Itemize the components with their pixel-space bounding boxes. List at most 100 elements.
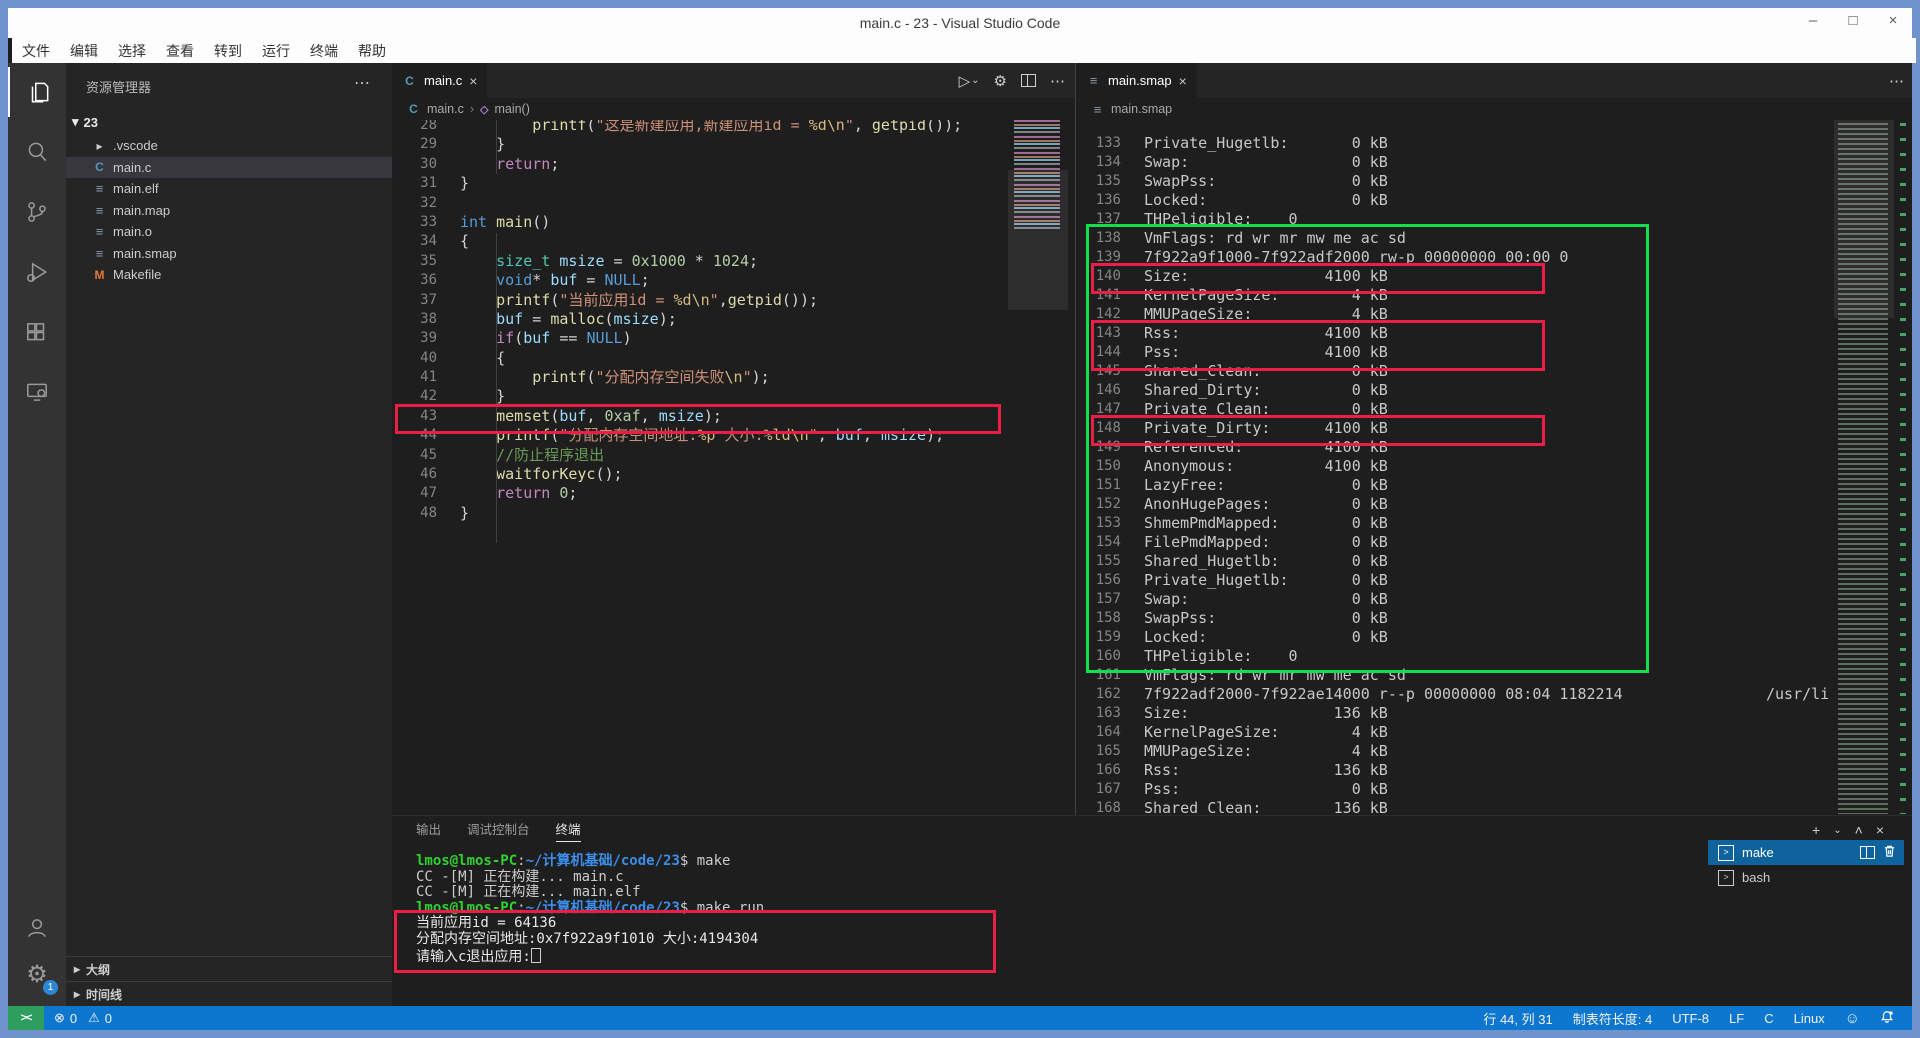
breadcrumb-symbol: main()	[494, 102, 529, 116]
new-terminal-icon[interactable]: +	[1812, 822, 1820, 838]
line-content: Private_Hugetlb: 0 kB	[1121, 134, 1388, 153]
smap-line: 151LazyFree: 0 kB	[1076, 476, 1912, 495]
c-file-icon: C	[402, 74, 417, 88]
menu-item-终端[interactable]: 终端	[300, 39, 348, 63]
tab-label: main.c	[424, 73, 462, 88]
tab-main-c[interactable]: C main.c ×	[392, 63, 487, 98]
file-item-.vscode[interactable]: ▸.vscode	[66, 135, 392, 157]
editor-area: C main.c × ▷ ⌄ ⚙ ⋯ C main.c ›	[392, 63, 1912, 815]
file-item-main.smap[interactable]: ≡main.smap	[66, 243, 392, 265]
run-file-button[interactable]: ▷ ⌄	[959, 72, 980, 90]
status-item[interactable]: C	[1764, 1011, 1773, 1026]
activity-run-debug-icon[interactable]	[8, 247, 66, 297]
errors-count[interactable]: 0	[70, 1011, 77, 1026]
minimap[interactable]	[1834, 108, 1894, 814]
smap-line: 1627f922adf2000-7f922ae14000 r--p 000000…	[1076, 685, 1912, 704]
smap-line: 165MMUPageSize: 4 kB	[1076, 742, 1912, 761]
line-number: 154	[1076, 533, 1121, 552]
remote-indicator[interactable]: ><	[8, 1006, 44, 1030]
sidebar-section-大纲[interactable]: ▸大纲	[66, 956, 392, 981]
smap-line: 157Swap: 0 kB	[1076, 590, 1912, 609]
breadcrumb[interactable]: C main.c › ◇ main()	[392, 98, 1076, 120]
activity-account-icon[interactable]	[8, 903, 66, 953]
line-number: 43	[392, 407, 437, 426]
status-item[interactable]: LF	[1729, 1011, 1744, 1026]
status-item[interactable]: Linux	[1794, 1011, 1825, 1026]
menu-item-转到[interactable]: 转到	[204, 39, 252, 63]
close-panel-icon[interactable]: ×	[1876, 822, 1884, 838]
split-editor-icon[interactable]	[1021, 74, 1036, 87]
line-number: 168	[1076, 799, 1121, 815]
code-editor-main-c[interactable]: 28 printf("这是新建应用,新建应用id = %d\n", getpid…	[392, 116, 1075, 523]
activity-search-icon[interactable]	[8, 127, 66, 177]
panel-tab-调试控制台[interactable]: 调试控制台	[467, 819, 530, 841]
activity-settings-icon[interactable]: ⚙1	[8, 949, 66, 999]
line-number: 155	[1076, 552, 1121, 571]
code-editor-main-smap[interactable]: 133Private_Hugetlb: 0 kB134Swap: 0 kB135…	[1076, 134, 1912, 815]
menu-item-选择[interactable]: 选择	[108, 39, 156, 63]
line-number: 143	[1076, 324, 1121, 343]
more-actions-icon[interactable]: ⋯	[1889, 72, 1904, 90]
file-item-main.c[interactable]: Cmain.c	[66, 157, 392, 179]
minimize-icon[interactable]: –	[1804, 12, 1822, 29]
tab-main-smap[interactable]: ≡ main.smap ×	[1076, 63, 1197, 98]
line-number: 159	[1076, 628, 1121, 647]
sidebar-more-icon[interactable]: ⋯	[354, 73, 370, 93]
split-terminal-icon[interactable]	[1860, 846, 1875, 859]
chevron-right-icon: ▸	[74, 987, 80, 1001]
close-icon[interactable]: ×	[469, 73, 477, 89]
close-icon[interactable]: ×	[1179, 73, 1187, 89]
sidebar-section-时间线[interactable]: ▸时间线	[66, 981, 392, 1006]
folder-root[interactable]: ▾ 23	[72, 111, 98, 133]
file-item-main.map[interactable]: ≡main.map	[66, 200, 392, 222]
terminal-list-item-make[interactable]: >make	[1708, 840, 1904, 865]
smap-line: 140Size: 4100 kB	[1076, 267, 1912, 286]
file-label: main.elf	[113, 181, 159, 196]
line-number: 165	[1076, 742, 1121, 761]
panel-tab-输出[interactable]: 输出	[416, 819, 441, 841]
smap-line: 133Private_Hugetlb: 0 kB	[1076, 134, 1912, 153]
status-item[interactable]: 制表符长度: 4	[1573, 1009, 1652, 1028]
menu-item-文件[interactable]: 文件	[12, 39, 60, 63]
panel-tabs: 输出 调试控制台 终端	[416, 816, 581, 844]
line-number: 162	[1076, 685, 1121, 704]
smap-path-note: /usr/li	[1766, 685, 1829, 704]
breadcrumb[interactable]: ≡ main.smap	[1076, 98, 1912, 120]
feedback-icon[interactable]: ☺	[1845, 1010, 1860, 1027]
line-number: 32	[392, 194, 437, 213]
activity-remote-explorer-icon[interactable]	[8, 367, 66, 417]
menu-item-查看[interactable]: 查看	[156, 39, 204, 63]
chevron-down-icon[interactable]: ⌄	[1833, 825, 1841, 836]
menu-item-编辑[interactable]: 编辑	[60, 39, 108, 63]
file-lines-icon: ≡	[1090, 102, 1105, 117]
line-number: 30	[392, 155, 437, 174]
maximize-panel-icon[interactable]: ˄	[1855, 822, 1863, 838]
line-number: 156	[1076, 571, 1121, 590]
kill-terminal-icon[interactable]	[1883, 844, 1896, 861]
file-item-main.o[interactable]: ≡main.o	[66, 221, 392, 243]
file-item-Makefile[interactable]: MMakefile	[66, 264, 392, 286]
activity-explorer-icon[interactable]	[8, 67, 68, 117]
menu-item-运行[interactable]: 运行	[252, 39, 300, 63]
gear-icon[interactable]: ⚙	[994, 72, 1007, 90]
file-item-main.elf[interactable]: ≡main.elf	[66, 178, 392, 200]
smap-line: 161VmFlags: rd wr mr mw me ac sd	[1076, 666, 1912, 685]
notifications-bell-icon[interactable]	[1880, 1010, 1894, 1027]
activity-extensions-icon[interactable]	[8, 307, 66, 357]
more-actions-icon[interactable]: ⋯	[1050, 72, 1065, 90]
maximize-icon[interactable]: □	[1844, 12, 1862, 29]
method-icon: ◇	[480, 103, 488, 116]
close-icon[interactable]: ×	[1884, 12, 1902, 29]
minimap[interactable]	[1008, 120, 1068, 810]
terminal-list-item-bash[interactable]: >bash	[1708, 865, 1904, 890]
terminal-output[interactable]: lmos@lmos-PC:~/计算机基础/code/23$ makeCC -[M…	[416, 854, 764, 963]
menu-item-帮助[interactable]: 帮助	[348, 39, 396, 63]
line-content: }	[437, 135, 505, 154]
activity-source-control-icon[interactable]	[8, 187, 66, 237]
panel-tab-终端[interactable]: 终端	[556, 819, 581, 842]
warnings-count[interactable]: 0	[105, 1011, 112, 1026]
smap-line: 144Pss: 4100 kB	[1076, 343, 1912, 362]
status-item[interactable]: UTF-8	[1672, 1011, 1709, 1026]
status-item[interactable]: 行 44, 列 31	[1483, 1009, 1552, 1028]
terminal-list: >make>bash	[1708, 840, 1904, 890]
